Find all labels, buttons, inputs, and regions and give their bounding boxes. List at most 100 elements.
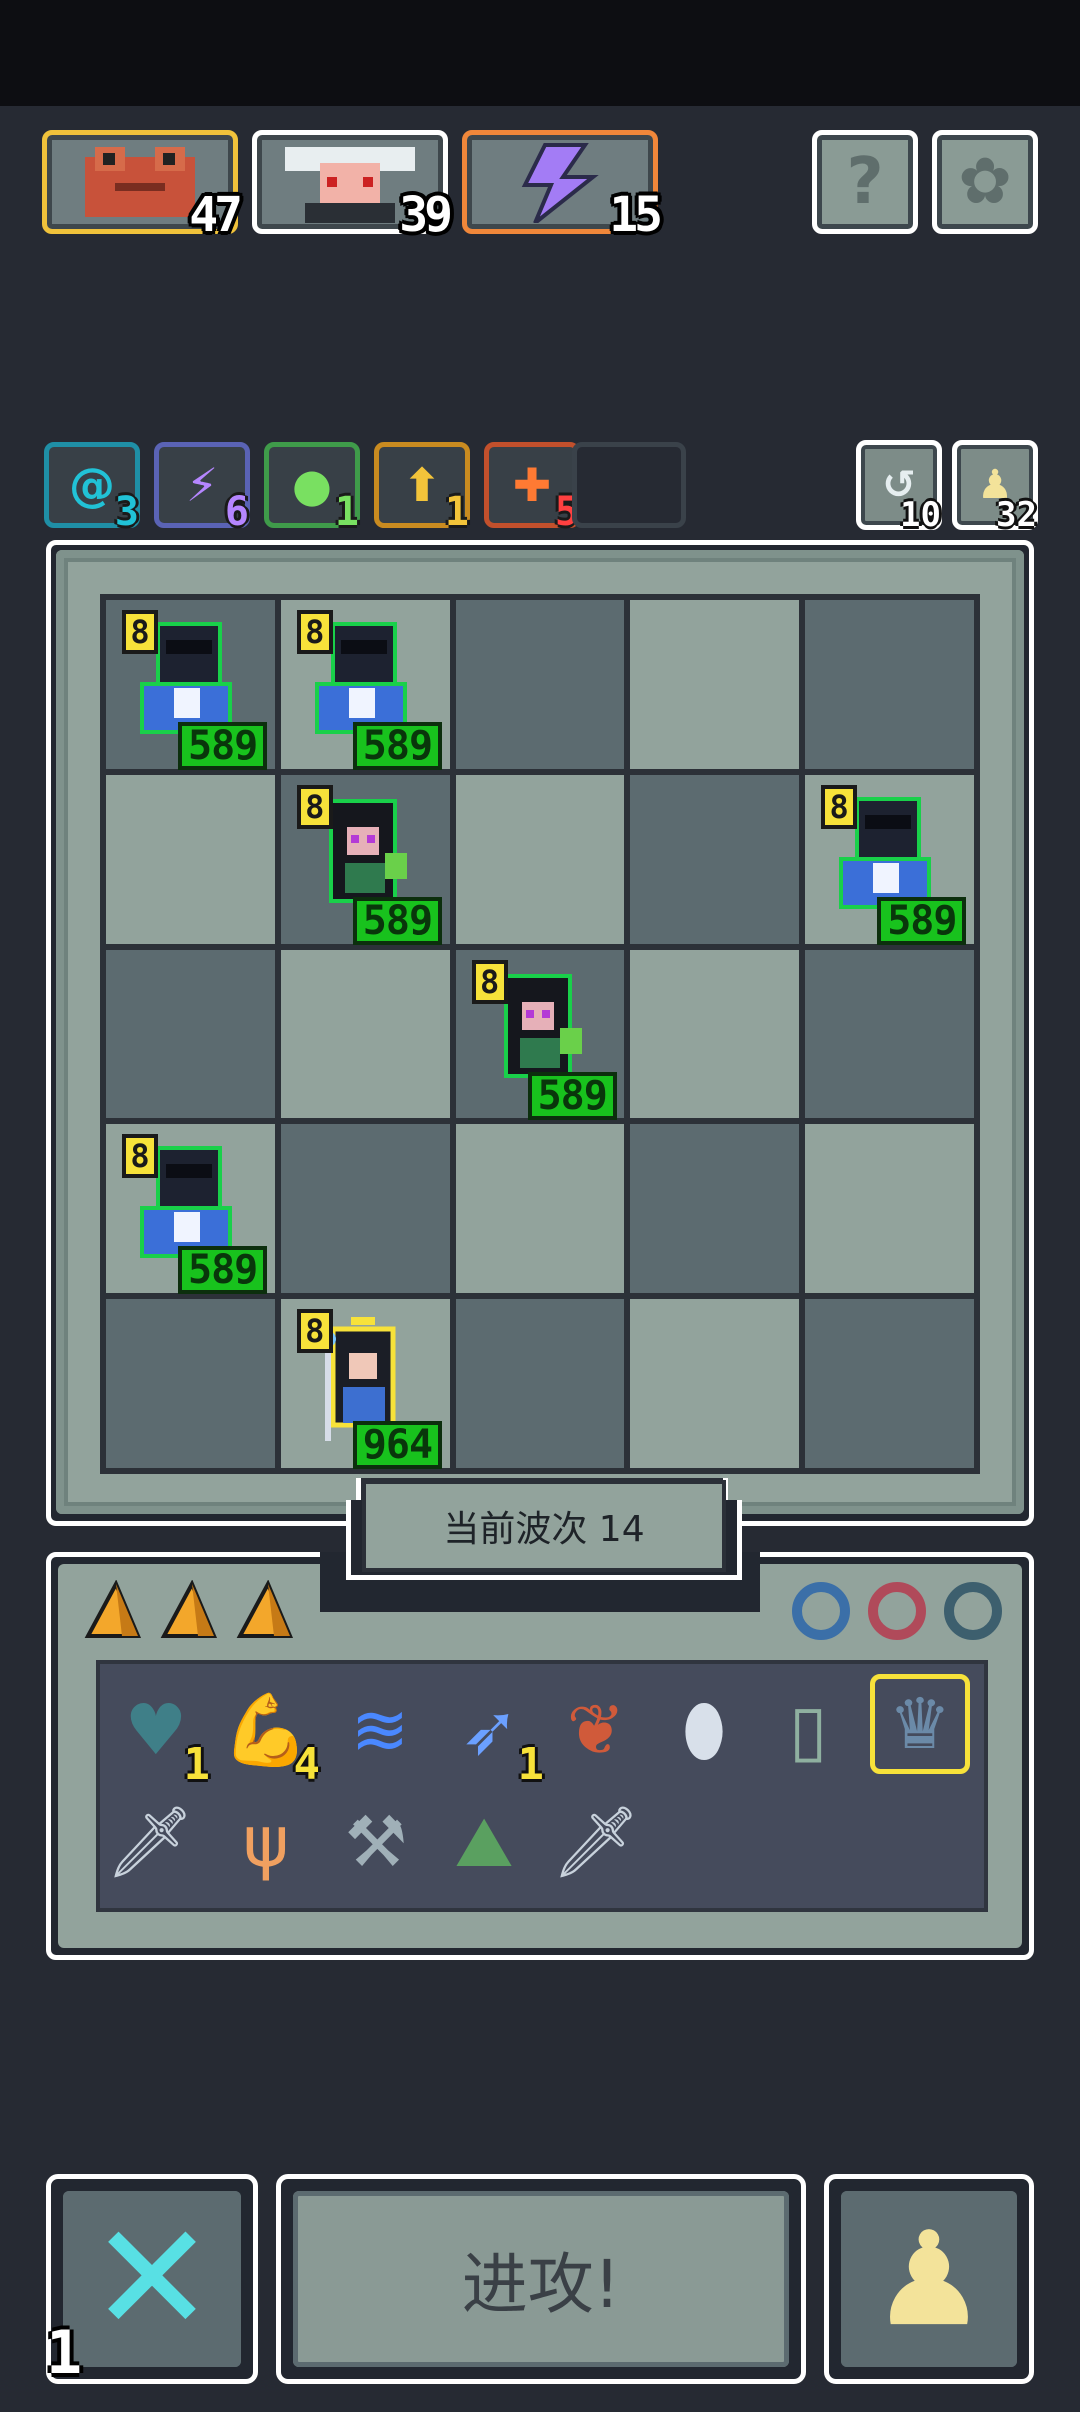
board-cell[interactable] (805, 1299, 974, 1468)
inventory-item[interactable]: ⬮ (654, 1680, 754, 1780)
wedge-icon[interactable] (234, 1579, 294, 1640)
inventory-item[interactable]: ▯ (758, 1680, 858, 1780)
energy-portrait[interactable]: 15 (462, 130, 663, 243)
inventory-item[interactable]: ♛ (870, 1674, 970, 1774)
blue-knight-unit[interactable]: 8 589 (821, 784, 967, 945)
blue-knight-unit[interactable]: 8 589 (122, 610, 268, 770)
synergy-cross[interactable]: ✚ 5 (484, 442, 580, 535)
red-ring-icon[interactable] (868, 1582, 926, 1640)
witch-unit[interactable]: 8 589 (471, 959, 617, 1120)
witch-unit[interactable]: 8 589 (296, 784, 443, 945)
inventory-item[interactable]: ψ (216, 1792, 316, 1892)
synergy-blob[interactable]: ● 1 (264, 442, 360, 535)
synergy-count: 3 (114, 489, 139, 535)
inventory-item[interactable]: ⚒ (326, 1792, 426, 1892)
synergy-at[interactable]: @ 3 (44, 442, 140, 535)
board-cell[interactable] (106, 1299, 275, 1468)
blue-knight-unit[interactable]: 8 589 (296, 610, 443, 770)
refresh-button[interactable]: ↺ 10 (856, 440, 942, 535)
board-cell[interactable] (630, 600, 800, 769)
board-cell[interactable] (455, 600, 625, 769)
board-cell[interactable] (280, 949, 450, 1119)
doctor-portrait[interactable]: 39 (252, 130, 453, 243)
frog-count: 47 (189, 187, 243, 243)
question-icon: ? (846, 145, 884, 219)
inventory-item[interactable]: 🗡 (546, 1792, 646, 1892)
blue-ring-icon[interactable] (792, 1582, 850, 1640)
board-cell[interactable] (106, 774, 275, 944)
wedge-icon[interactable] (158, 1579, 218, 1640)
claw-icon: ψ (242, 1801, 290, 1883)
board-cell[interactable] (630, 774, 800, 944)
board-cell[interactable] (455, 1299, 625, 1468)
inventory-item[interactable]: ♥ 1 (106, 1680, 210, 1790)
board-cell[interactable] (630, 1299, 800, 1468)
synergy-lightning[interactable]: ⚡ 6 (154, 442, 250, 535)
board-cell[interactable]: 8 589 (455, 949, 625, 1120)
sword-icon: 🗡 (551, 1800, 641, 1883)
crown-claws-icon: ♛ (888, 1683, 952, 1765)
cross-icon: ✚ (512, 458, 552, 512)
teal-ring-icon[interactable] (944, 1582, 1002, 1640)
inventory-item[interactable]: ➶ 1 (440, 1680, 544, 1790)
water-spirit-icon: ≋ (350, 1689, 410, 1771)
board-cell[interactable] (106, 949, 275, 1119)
status-bar (0, 0, 1080, 106)
item-count: 1 (183, 1739, 211, 1790)
wedge-icon[interactable] (82, 1579, 142, 1640)
inventory-item[interactable]: ⛰ (434, 1792, 534, 1892)
synergy-count: 1 (444, 489, 469, 535)
inventory-item[interactable]: ≋ (330, 1680, 430, 1780)
inventory-item[interactable]: 💪 4 (216, 1680, 320, 1791)
pawn-resource[interactable]: ♟ 32 (952, 440, 1038, 535)
mage-unit[interactable]: 8 964 (296, 1309, 443, 1470)
moves-left-count: 1 (46, 2318, 83, 2388)
board-cell[interactable] (805, 600, 974, 769)
board-cell[interactable]: 8 589 (280, 600, 450, 770)
board-cell[interactable]: 8 589 (106, 1124, 275, 1295)
synergy-count: 6 (224, 489, 249, 535)
energy-count: 15 (609, 187, 663, 243)
x-icon: ✕ (89, 2192, 215, 2366)
synergy-empty-slot (572, 442, 686, 528)
unit-level-badge: 8 (296, 610, 333, 654)
phone-icon: ▯ (788, 1689, 828, 1771)
synergy-arrow-up[interactable]: ⬆ 1 (374, 442, 470, 535)
pawn-button[interactable]: ♟ (824, 2174, 1034, 2384)
board-cell[interactable]: 8 589 (280, 774, 450, 945)
board-cell[interactable] (280, 1124, 450, 1294)
inventory-item[interactable]: ❦ (546, 1680, 646, 1780)
unit-hp-label: 589 (527, 1071, 617, 1120)
unit-hp-label: 589 (178, 1246, 268, 1295)
unit-hp-label: 589 (352, 722, 443, 770)
refresh-count: 10 (900, 495, 941, 535)
help-button[interactable]: ? (812, 130, 918, 234)
unit-level-badge: 8 (821, 784, 858, 829)
board-cell[interactable]: 8 589 (805, 774, 974, 945)
unit-level-badge: 8 (122, 1134, 158, 1179)
unit-hp-label: 589 (352, 896, 443, 945)
unit-level-badge: 8 (122, 610, 158, 654)
board-cell[interactable] (630, 1124, 800, 1294)
attack-button[interactable]: 进攻! (276, 2174, 806, 2384)
board-cell[interactable] (805, 949, 974, 1119)
inventory-item[interactable]: 🗡 (100, 1792, 200, 1892)
board-cell[interactable] (455, 1124, 625, 1294)
board-cell[interactable] (630, 949, 800, 1119)
settings-button[interactable]: ✿ (932, 130, 1038, 234)
synergy-count: 1 (334, 489, 359, 535)
item-count: 4 (293, 1739, 321, 1790)
blue-knight-unit[interactable]: 8 589 (122, 1134, 268, 1295)
lightning-icon: ⚡ (185, 458, 219, 512)
board-cell[interactable]: 8 589 (106, 600, 275, 770)
item-count: 1 (517, 1739, 545, 1790)
board-grid: 8 589 8 589 8 589 8 589 8 589 8 589 8 964 (100, 594, 980, 1474)
unit-hp-label: 589 (877, 896, 967, 945)
frog-portrait[interactable]: 47 (42, 130, 243, 243)
pawn-icon: ♟ (870, 2203, 988, 2355)
board-cell[interactable]: 8 964 (280, 1299, 450, 1470)
board-cell[interactable] (805, 1124, 974, 1294)
crossbow-icon: ➶ (460, 1689, 520, 1771)
doctor-count: 39 (399, 187, 453, 243)
board-cell[interactable] (455, 774, 625, 944)
